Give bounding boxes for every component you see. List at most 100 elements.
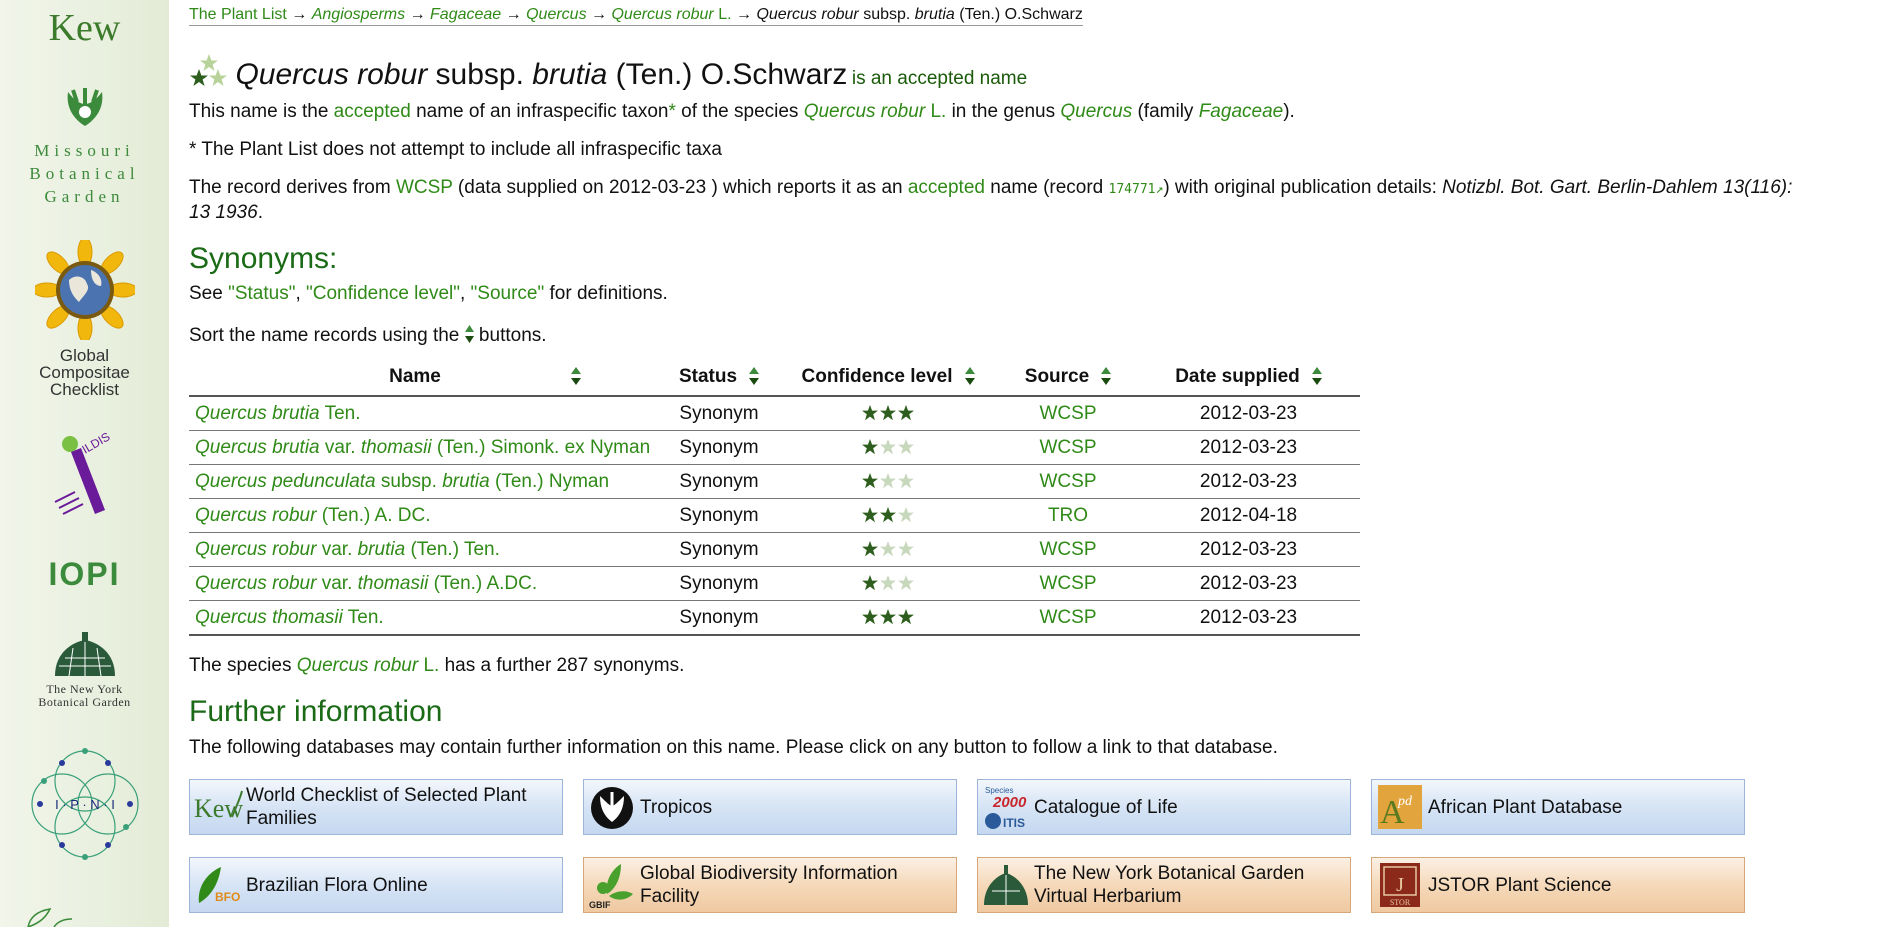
missouri-botanical-garden-logo[interactable]: Missouri Botanical Garden xyxy=(0,86,169,208)
new-york-botanical-garden-logo[interactable]: The New York Botanical Garden xyxy=(0,632,169,709)
record-source-link[interactable]: WCSP xyxy=(396,177,453,198)
star-empty-icon xyxy=(898,506,914,522)
sort-confidence-button[interactable] xyxy=(964,367,975,391)
database-button[interactable]: The New York Botanical Garden Virtual He… xyxy=(977,857,1351,913)
source-definition-link[interactable]: "Source" xyxy=(471,283,545,304)
database-button[interactable]: BFO Brazilian Flora Online xyxy=(189,857,563,913)
database-button-label: Global Biodiversity Information Facility xyxy=(640,863,898,907)
kew-logo[interactable]: Kew xyxy=(0,6,169,50)
family-link[interactable]: Fagaceae xyxy=(1199,101,1284,122)
synonym-author: (Ten.) Nyman xyxy=(495,470,610,492)
star-filled-icon xyxy=(862,438,878,454)
synonym-source-link[interactable]: WCSP xyxy=(1040,471,1097,492)
synonym-source-link[interactable]: WCSP xyxy=(1040,607,1097,628)
table-row: Quercus robur var. thomasii (Ten.) A.DC.… xyxy=(189,566,1360,601)
record-details-line-1: The record derives from WCSP (data suppl… xyxy=(189,176,1792,201)
nybg-logo-icon xyxy=(978,858,1034,912)
star-filled-icon xyxy=(862,540,878,556)
breadcrumb-separator: → xyxy=(591,6,608,23)
synonym-epithet: pedunculata xyxy=(272,470,376,492)
synonym-date-cell: 2012-03-23 xyxy=(1137,566,1360,601)
synonym-source-link[interactable]: WCSP xyxy=(1040,573,1097,594)
confidence-definition-link[interactable]: "Confidence level" xyxy=(306,283,460,304)
synonym-name-link[interactable]: Quercus pedunculata subsp. brutia (Ten.)… xyxy=(195,471,609,492)
record-accepted-link[interactable]: accepted xyxy=(908,177,985,198)
breadcrumb-the-plant-list[interactable]: The Plant List xyxy=(189,6,287,23)
further-information-text: The following databases may contain furt… xyxy=(189,737,1278,758)
record-id-link[interactable]: 174771↗ xyxy=(1109,182,1164,197)
synonym-name-link[interactable]: Quercus thomasii Ten. xyxy=(195,607,384,628)
breadcrumb-quercus-label: Quercus xyxy=(526,6,587,23)
sort-date-button[interactable] xyxy=(1311,367,1322,391)
ildis-logo[interactable]: ILDIS xyxy=(0,429,169,527)
further-species-link[interactable]: Quercus robur L. xyxy=(297,655,440,676)
kew-logo-icon: Kew xyxy=(194,790,243,823)
sort-suffix: buttons. xyxy=(473,325,547,346)
further-species-author: L. xyxy=(423,655,440,676)
accepted-name-stars-icon xyxy=(190,54,227,86)
breadcrumb-quercus-robur[interactable]: Quercus robur L. xyxy=(611,6,731,23)
record-text-2: (data supplied on 2012-03-23 ) which rep… xyxy=(452,177,908,198)
database-button[interactable]: Species 2000 ITIS Catalogue of Life xyxy=(977,779,1351,835)
star-filled-icon xyxy=(862,404,878,420)
status-definition-link[interactable]: "Status" xyxy=(228,283,295,304)
title-status-text: is an accepted name xyxy=(851,68,1028,89)
iopi-logo-text: IOPI xyxy=(48,556,121,592)
species-link[interactable]: Quercus robur L. xyxy=(804,101,947,122)
further-information-heading: Further information xyxy=(189,695,443,728)
synonym-source-link[interactable]: WCSP xyxy=(1040,403,1097,424)
ipni-logo[interactable]: I · P · N · I xyxy=(0,741,169,872)
database-button[interactable]: GBIF Global Biodiversity Information Faci… xyxy=(583,857,957,913)
intro-text-2: name of an infraspecific taxon xyxy=(410,101,669,122)
synonym-name-link[interactable]: Quercus brutia var. thomasii (Ten.) Simo… xyxy=(195,437,650,458)
column-header-confidence: Confidence level xyxy=(777,362,999,397)
database-button[interactable]: Apd African Plant Database xyxy=(1371,779,1745,835)
synonym-source-link[interactable]: WCSP xyxy=(1040,539,1097,560)
sort-status-button[interactable] xyxy=(749,367,760,391)
synonym-name-link[interactable]: Quercus robur var. thomasii (Ten.) A.DC. xyxy=(195,573,537,594)
synonym-source-cell: WCSP xyxy=(999,532,1137,567)
synonym-source-link[interactable]: WCSP xyxy=(1040,437,1097,458)
global-compositae-checklist-logo[interactable]: Global Compositae Checklist xyxy=(0,237,169,398)
page-title: Quercus robur subsp. brutia (Ten.) O.Sch… xyxy=(189,54,1027,92)
breadcrumb-separator: → xyxy=(291,6,308,23)
database-button[interactable]: J STOR JSTOR Plant Science xyxy=(1371,857,1745,913)
breadcrumb-quercus[interactable]: Quercus xyxy=(526,6,586,23)
synonym-name-link[interactable]: Quercus robur (Ten.) A. DC. xyxy=(195,505,430,526)
database-button[interactable]: Kew World Checklist of Selected Plant Fam… xyxy=(189,779,563,835)
svg-text:2000: 2000 xyxy=(992,794,1027,811)
synonym-name-cell: Quercus robur var. brutia (Ten.) Ten. xyxy=(189,532,661,567)
sort-source-button[interactable] xyxy=(1101,367,1112,391)
synonym-date-cell: 2012-03-23 xyxy=(1137,464,1360,499)
jstor-logo-icon: J STOR xyxy=(1372,858,1428,912)
table-row: Quercus robur (Ten.) A. DC. Synonym TRO 201… xyxy=(189,498,1360,533)
synonym-name-cell: Quercus robur var. thomasii (Ten.) A.DC. xyxy=(189,566,661,601)
svg-text:GBIF: GBIF xyxy=(589,900,611,910)
sort-arrows-icon xyxy=(1101,367,1112,385)
ildis-mark-icon: ILDIS xyxy=(54,429,112,515)
iopi-logo[interactable]: IOPI xyxy=(0,556,169,593)
synonym-name-cell: Quercus robur (Ten.) A. DC. xyxy=(189,498,661,533)
synonym-name-link[interactable]: Quercus brutia Ten. xyxy=(195,403,360,424)
mbg-logo-text: Missouri Botanical Garden xyxy=(0,139,169,208)
kew-logo-icon: Kew xyxy=(190,780,246,834)
database-button[interactable]: Tropicos xyxy=(583,779,957,835)
genus-link[interactable]: Quercus xyxy=(1060,101,1132,122)
infraspecific-note-link[interactable]: * xyxy=(669,101,676,122)
synonym-genus: Quercus xyxy=(195,572,267,594)
synonym-confidence-cell xyxy=(777,396,999,431)
synonym-infra: thomasii xyxy=(357,572,429,594)
synonym-status-cell: Synonym xyxy=(661,532,777,567)
breadcrumb-angiosperms[interactable]: Angiosperms xyxy=(312,6,405,23)
synonym-name-link[interactable]: Quercus robur var. brutia (Ten.) Ten. xyxy=(195,539,500,560)
synonym-date-cell: 2012-03-23 xyxy=(1137,600,1360,636)
synonym-source-link[interactable]: TRO xyxy=(1048,505,1088,526)
synonym-status-cell: Synonym xyxy=(661,600,777,636)
synonym-author: (Ten.) A.DC. xyxy=(433,572,538,594)
partial-leaf-logo-icon xyxy=(27,908,73,927)
table-row: Quercus pedunculata subsp. brutia (Ten.)… xyxy=(189,464,1360,499)
sort-name-button[interactable] xyxy=(570,367,581,391)
breadcrumb-fagaceae[interactable]: Fagaceae xyxy=(430,6,501,23)
accepted-definition-link[interactable]: accepted xyxy=(334,101,411,122)
bfo-logo-icon: BFO xyxy=(190,858,246,912)
